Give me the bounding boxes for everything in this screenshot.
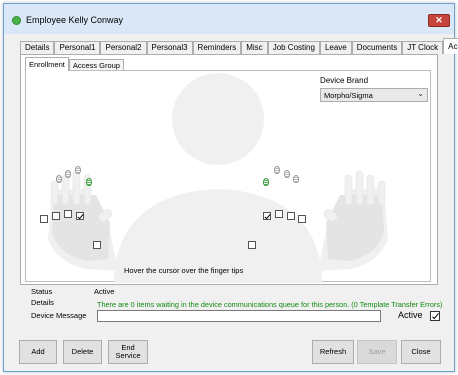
left-middle-checkbox[interactable] [64,210,72,218]
left-thumb-checkbox[interactable] [93,241,101,249]
details-value: There are 0 items waiting in the device … [97,300,443,309]
add-button[interactable]: Add [19,340,57,364]
device-message-label: Device Message [31,311,87,320]
left-index-fingerprint-icon[interactable] [86,178,92,186]
device-brand-label: Device Brand [320,76,369,85]
right-ring-checkbox[interactable] [287,212,295,220]
enrollment-panel: Device Brand Morpho/Sigma ⌄ Hover the cu… [25,70,431,283]
window-title: Employee Kelly Conway [26,15,124,25]
refresh-button[interactable]: Refresh [312,340,354,364]
app-icon [12,16,21,25]
tab-access[interactable]: Access [443,38,458,54]
right-index-fingerprint-icon[interactable] [263,178,269,186]
tab-details[interactable]: Details [20,41,55,54]
tab-reminders[interactable]: Reminders [192,41,242,54]
left-pinky-checkbox[interactable] [40,215,48,223]
left-ring-fingerprint-icon[interactable] [65,170,71,178]
tab-documents[interactable]: Documents [351,41,403,54]
save-button[interactable]: Save [357,340,397,364]
close-button[interactable]: Close [401,340,441,364]
main-tabs: Details Personal1 Personal2 Personal3 Remind… [20,38,458,55]
device-brand-select[interactable]: Morpho/Sigma ⌄ [320,88,428,102]
tab-personal2[interactable]: Personal2 [100,41,147,54]
title-bar: Employee Kelly Conway ✕ [4,4,454,34]
device-message-input[interactable] [97,310,381,322]
close-window-button[interactable]: ✕ [428,14,450,27]
tab-leave[interactable]: Leave [319,41,352,54]
tab-personal3[interactable]: Personal3 [146,41,193,54]
right-thumb-checkbox[interactable] [248,241,256,249]
right-pinky-checkbox[interactable] [298,215,306,223]
tab-misc[interactable]: Misc [241,41,268,54]
tab-job-costing[interactable]: Job Costing [267,41,320,54]
tab-personal1[interactable]: Personal1 [54,41,101,54]
device-brand-value: Morpho/Sigma [324,91,373,100]
tab-jt-clock[interactable]: JT Clock [402,41,444,54]
status-value: Active [94,287,115,296]
chevron-down-icon: ⌄ [417,89,424,98]
details-label: Details [31,298,54,307]
right-pinky-fingerprint-icon[interactable] [293,175,299,183]
status-label: Status [31,287,53,296]
left-index-checkbox[interactable] [76,212,84,220]
access-tab-page: Enrollment Access Group Device Brand Mor… [20,54,438,285]
active-checkbox[interactable] [430,311,440,321]
subtab-enrollment[interactable]: Enrollment [25,57,69,71]
right-index-checkbox[interactable] [263,212,271,220]
finger-hint-text: Hover the cursor over the finger tips [124,266,244,275]
access-subtabs: Enrollment Access Group [25,57,124,71]
right-ring-fingerprint-icon[interactable] [284,170,290,178]
person-silhouette-image [48,73,388,283]
active-label: Active [398,310,423,320]
end-service-button[interactable]: End Service [108,340,148,364]
delete-button[interactable]: Delete [63,340,102,364]
employee-window: Employee Kelly Conway ✕ Details Personal1… [3,3,458,372]
left-ring-checkbox[interactable] [52,212,60,220]
right-middle-checkbox[interactable] [275,210,283,218]
left-pinky-fingerprint-icon[interactable] [56,175,62,183]
left-middle-fingerprint-icon[interactable] [75,166,81,174]
right-middle-fingerprint-icon[interactable] [274,166,280,174]
